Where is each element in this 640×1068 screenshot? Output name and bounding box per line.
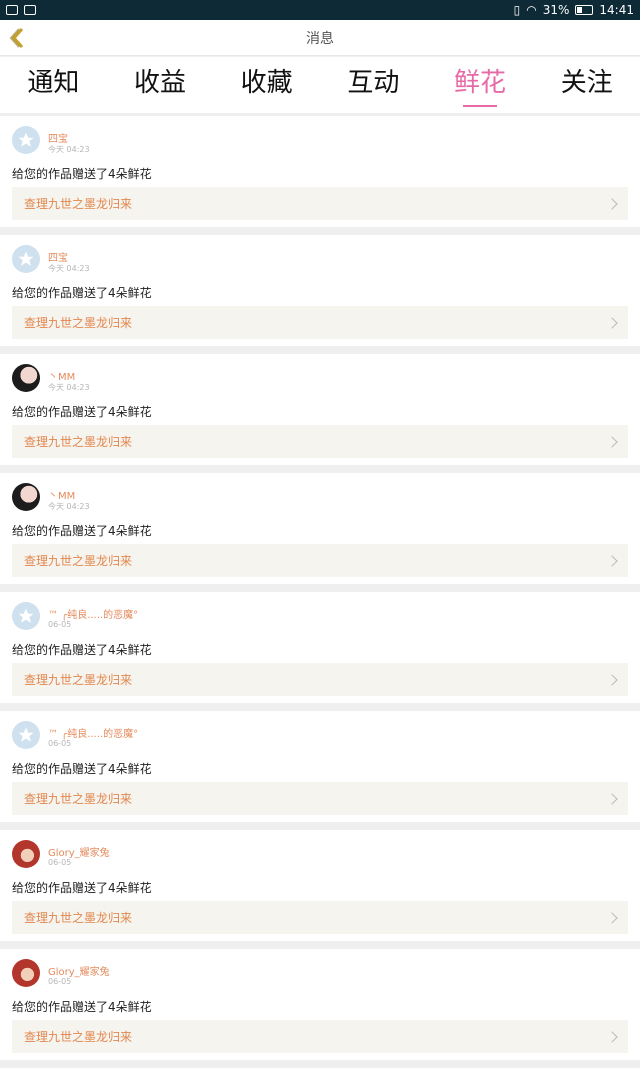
work-link-button[interactable]: 查理九世之墨龙归来 bbox=[12, 901, 628, 934]
chevron-left-icon bbox=[9, 28, 24, 48]
chevron-right-icon bbox=[606, 1030, 618, 1043]
chevron-right-icon bbox=[606, 316, 618, 329]
notification-list: 四宝 今天 04:23 给您的作品赠送了4朵鲜花 查理九世之墨龙归来 四宝 今天… bbox=[0, 116, 640, 1068]
timestamp: 今天 04:23 bbox=[48, 383, 90, 392]
username[interactable]: ™ ╭纯良.....的恶魔° bbox=[48, 725, 138, 740]
timestamp: 今天 04:23 bbox=[48, 264, 90, 273]
chevron-right-icon bbox=[606, 911, 618, 924]
status-left bbox=[6, 5, 36, 15]
list-item: 丶MM 今天 04:23 给您的作品赠送了4朵鲜花 查理九世之墨龙归来 bbox=[0, 473, 640, 584]
tab-flowers[interactable]: 鲜花 bbox=[427, 57, 534, 113]
timestamp: 06-05 bbox=[48, 620, 72, 629]
top-bar: 消息 bbox=[0, 20, 640, 56]
list-item: 四宝 今天 04:23 给您的作品赠送了4朵鲜花 查理九世之墨龙归来 bbox=[0, 235, 640, 346]
battery-percent: 31% bbox=[542, 3, 570, 17]
timestamp: 06-05 bbox=[48, 858, 72, 867]
work-link-label: 查理九世之墨龙归来 bbox=[24, 554, 133, 568]
avatar[interactable] bbox=[12, 126, 40, 154]
gallery-icon bbox=[6, 5, 18, 15]
chevron-right-icon bbox=[606, 435, 618, 448]
avatar[interactable] bbox=[12, 483, 40, 511]
timestamp: 今天 04:23 bbox=[48, 145, 90, 154]
username[interactable]: Glory_耀家兔 bbox=[48, 844, 110, 859]
username[interactable]: 四宝 bbox=[48, 249, 68, 264]
star-icon bbox=[18, 727, 34, 742]
work-link-label: 查理九世之墨龙归来 bbox=[24, 673, 133, 687]
work-link-button[interactable]: 查理九世之墨龙归来 bbox=[12, 1020, 628, 1053]
work-link-label: 查理九世之墨龙归来 bbox=[24, 792, 133, 806]
username[interactable]: 丶MM bbox=[48, 487, 75, 502]
avatar[interactable] bbox=[12, 840, 40, 868]
keyboard-icon bbox=[24, 5, 36, 15]
avatar[interactable] bbox=[12, 721, 40, 749]
username[interactable]: Glory_耀家兔 bbox=[48, 963, 110, 978]
chevron-right-icon bbox=[606, 197, 618, 210]
username[interactable]: 丶MM bbox=[48, 368, 75, 383]
list-item: ™ ╭纯良.....的恶魔° 06-05 给您的作品赠送了4朵鲜花 查理九世之墨… bbox=[0, 711, 640, 822]
work-link-button[interactable]: 查理九世之墨龙归来 bbox=[12, 663, 628, 696]
star-icon bbox=[18, 251, 34, 266]
avatar[interactable] bbox=[12, 959, 40, 987]
vibrate-icon: ▯ bbox=[513, 3, 521, 17]
tab-favorites[interactable]: 收藏 bbox=[213, 57, 320, 113]
work-link-button[interactable]: 查理九世之墨龙归来 bbox=[12, 544, 628, 577]
back-button[interactable] bbox=[6, 24, 30, 52]
work-link-label: 查理九世之墨龙归来 bbox=[24, 197, 133, 211]
timestamp: 06-05 bbox=[48, 739, 72, 748]
message-text: 给您的作品赠送了4朵鲜花 bbox=[12, 881, 152, 895]
username[interactable]: ™ ╭纯良.....的恶魔° bbox=[48, 606, 138, 621]
work-link-label: 查理九世之墨龙归来 bbox=[24, 1030, 133, 1044]
status-bar: ▯ ◠ 31% 14:41 bbox=[0, 0, 640, 20]
status-right: ▯ ◠ 31% 14:41 bbox=[514, 3, 634, 17]
message-text: 给您的作品赠送了4朵鲜花 bbox=[12, 167, 152, 181]
tab-follows[interactable]: 关注 bbox=[533, 57, 640, 113]
wifi-icon: ◠ bbox=[526, 3, 537, 17]
star-icon bbox=[18, 608, 34, 623]
list-item: 四宝 今天 04:23 给您的作品赠送了4朵鲜花 查理九世之墨龙归来 bbox=[0, 116, 640, 227]
list-item: 丶MM 今天 04:23 给您的作品赠送了4朵鲜花 查理九世之墨龙归来 bbox=[0, 354, 640, 465]
username[interactable]: 四宝 bbox=[48, 130, 68, 145]
message-text: 给您的作品赠送了4朵鲜花 bbox=[12, 405, 152, 419]
message-text: 给您的作品赠送了4朵鲜花 bbox=[12, 524, 152, 538]
list-item: Glory_耀家兔 06-05 给您的作品赠送了4朵鲜花 查理九世之墨龙归来 bbox=[0, 830, 640, 941]
tab-notice[interactable]: 通知 bbox=[0, 57, 107, 113]
list-item: ™ ╭纯良.....的恶魔° 06-05 给您的作品赠送了4朵鲜花 查理九世之墨… bbox=[0, 592, 640, 703]
work-link-label: 查理九世之墨龙归来 bbox=[24, 435, 133, 449]
battery-icon bbox=[575, 5, 594, 15]
tab-interactions[interactable]: 互动 bbox=[320, 57, 427, 113]
work-link-label: 查理九世之墨龙归来 bbox=[24, 316, 133, 330]
work-link-button[interactable]: 查理九世之墨龙归来 bbox=[12, 425, 628, 458]
message-text: 给您的作品赠送了4朵鲜花 bbox=[12, 286, 152, 300]
tab-earnings[interactable]: 收益 bbox=[107, 57, 214, 113]
list-item: Glory_耀家兔 06-05 给您的作品赠送了4朵鲜花 查理九世之墨龙归来 bbox=[0, 949, 640, 1060]
page-title: 消息 bbox=[306, 30, 334, 47]
timestamp: 06-05 bbox=[48, 977, 72, 986]
chevron-right-icon bbox=[606, 554, 618, 567]
work-link-button[interactable]: 查理九世之墨龙归来 bbox=[12, 782, 628, 815]
avatar[interactable] bbox=[12, 245, 40, 273]
timestamp: 今天 04:23 bbox=[48, 502, 90, 511]
status-time: 14:41 bbox=[599, 3, 634, 17]
star-icon bbox=[18, 132, 34, 147]
work-link-button[interactable]: 查理九世之墨龙归来 bbox=[12, 187, 628, 220]
message-text: 给您的作品赠送了4朵鲜花 bbox=[12, 762, 152, 776]
tab-bar: 通知 收益 收藏 互动 鲜花 关注 bbox=[0, 57, 640, 113]
message-text: 给您的作品赠送了4朵鲜花 bbox=[12, 1000, 152, 1014]
work-link-label: 查理九世之墨龙归来 bbox=[24, 911, 133, 925]
avatar[interactable] bbox=[12, 602, 40, 630]
chevron-right-icon bbox=[606, 673, 618, 686]
chevron-right-icon bbox=[606, 792, 618, 805]
avatar[interactable] bbox=[12, 364, 40, 392]
work-link-button[interactable]: 查理九世之墨龙归来 bbox=[12, 306, 628, 339]
message-text: 给您的作品赠送了4朵鲜花 bbox=[12, 643, 152, 657]
